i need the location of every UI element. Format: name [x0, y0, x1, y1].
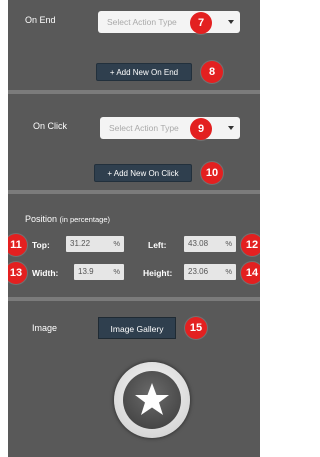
left-label: Left:: [148, 240, 167, 250]
left-unit: %: [225, 239, 232, 248]
width-input[interactable]: 13.9 %: [74, 264, 124, 280]
top-input[interactable]: 31.22 %: [66, 236, 124, 252]
callout-badge-13: 13: [8, 262, 27, 284]
add-new-on-end-button[interactable]: + Add New On End: [96, 63, 192, 81]
image-gallery-button[interactable]: Image Gallery: [98, 317, 176, 339]
section-divider: [8, 190, 260, 194]
on-end-select-placeholder: Select Action Type: [107, 17, 177, 27]
height-value: 23.06: [188, 267, 209, 276]
height-label: Height:: [143, 268, 173, 278]
callout-badge-9: 9: [190, 118, 212, 140]
on-click-select-placeholder: Select Action Type: [109, 123, 179, 133]
callout-badge-8: 8: [201, 61, 223, 83]
position-title: Position: [25, 214, 58, 224]
top-value: 31.22: [70, 239, 91, 248]
properties-panel: On End Select Action Type 7 + Add New On…: [8, 0, 260, 457]
callout-badge-11: 11: [8, 234, 27, 256]
width-label: Width:: [32, 268, 59, 278]
add-new-on-click-button[interactable]: + Add New On Click: [94, 164, 192, 182]
height-input[interactable]: 23.06 %: [184, 264, 236, 280]
position-heading: Position (in percentage): [25, 214, 110, 224]
on-end-label: On End: [25, 15, 56, 25]
callout-badge-15: 15: [185, 317, 207, 339]
section-divider: [8, 90, 260, 94]
chevron-down-icon: [228, 20, 234, 24]
on-end-action-select[interactable]: Select Action Type: [98, 11, 240, 33]
callout-badge-12: 12: [241, 234, 260, 256]
position-subtitle: (in percentage): [59, 215, 110, 224]
on-click-action-select[interactable]: Select Action Type: [100, 117, 240, 139]
callout-badge-10: 10: [201, 162, 223, 184]
height-unit: %: [225, 267, 232, 276]
section-divider: [8, 297, 260, 301]
chevron-down-icon: [228, 126, 234, 130]
width-unit: %: [113, 267, 120, 276]
on-click-label: On Click: [33, 121, 68, 131]
top-unit: %: [113, 239, 120, 248]
image-preview-inner: [123, 371, 181, 429]
image-label: Image: [32, 323, 58, 333]
top-label: Top:: [32, 240, 50, 250]
star-icon: [135, 383, 169, 415]
callout-badge-14: 14: [241, 262, 260, 284]
width-value: 13.9: [78, 267, 94, 276]
image-preview[interactable]: [114, 362, 190, 438]
callout-badge-7: 7: [190, 12, 212, 34]
left-input[interactable]: 43.08 %: [184, 236, 236, 252]
left-value: 43.08: [188, 239, 209, 248]
